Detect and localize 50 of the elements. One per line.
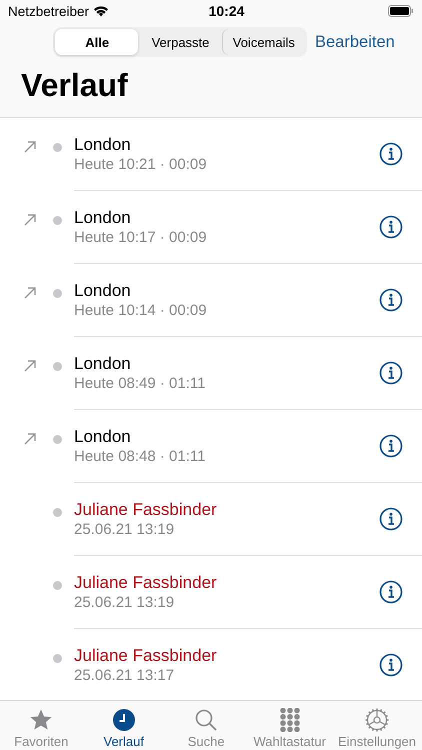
info-icon[interactable]	[379, 653, 403, 677]
call-time: 25.06.21 13:19	[74, 594, 174, 611]
star-icon	[28, 708, 54, 732]
caller-name: London	[74, 427, 131, 447]
status-dot	[53, 289, 62, 298]
status-dot	[53, 362, 62, 371]
call-time: 25.06.21 13:19	[74, 521, 174, 538]
clock-time: 10:24	[208, 3, 244, 19]
call-time: Heute 08:49 · 01:11	[74, 375, 206, 392]
info-icon[interactable]	[379, 288, 403, 312]
segment-tab[interactable]: Alle	[55, 29, 138, 55]
info-icon[interactable]	[379, 142, 403, 166]
tab-bar-item[interactable]: Suche	[164, 701, 248, 750]
status-dot	[53, 581, 62, 590]
tab-bar-item[interactable]: Einstellungen	[332, 701, 422, 750]
status-dot	[53, 143, 62, 152]
gear-icon	[364, 708, 390, 732]
caller-name: Juliane Fassbinder	[74, 500, 217, 520]
caller-name: London	[74, 135, 131, 155]
tab-bar-item[interactable]: Verlauf	[82, 701, 165, 750]
status-dot	[53, 654, 62, 663]
segment-tab[interactable]: Verpasste	[138, 29, 222, 55]
wifi-icon	[93, 5, 110, 17]
page-title: Verlauf	[21, 66, 129, 105]
clock-icon	[110, 708, 137, 732]
caller-name: London	[74, 281, 131, 301]
segment-tab[interactable]: Voicemails	[222, 29, 305, 55]
info-icon[interactable]	[379, 361, 403, 385]
caller-name: London	[74, 208, 131, 228]
battery-icon	[388, 5, 414, 17]
carrier-name: Netzbetreiber	[8, 4, 90, 18]
call-time: Heute 10:14 · 00:09	[74, 302, 207, 319]
info-icon[interactable]	[379, 215, 403, 239]
call-time: Heute 10:17 · 00:09	[74, 229, 207, 246]
call-time: 25.06.21 13:17	[74, 667, 174, 684]
tab-bar-item[interactable]: Favoriten	[0, 701, 82, 750]
status-dot	[53, 435, 62, 444]
caller-name: Juliane Fassbinder	[74, 573, 217, 593]
caller-name: London	[74, 354, 131, 374]
info-icon[interactable]	[379, 580, 403, 604]
status-dot	[53, 508, 62, 517]
edit-button[interactable]: Bearbeiten	[315, 32, 395, 52]
search-icon	[193, 708, 220, 732]
info-icon[interactable]	[379, 434, 403, 458]
tab-bar-item[interactable]: Wahltastatur	[247, 701, 332, 750]
status-dot	[53, 216, 62, 225]
call-time: Heute 10:21 · 00:09	[74, 156, 207, 173]
call-time: Heute 08:48 · 01:11	[74, 448, 206, 465]
info-icon[interactable]	[379, 507, 403, 531]
caller-name: Juliane Fassbinder	[74, 646, 217, 666]
